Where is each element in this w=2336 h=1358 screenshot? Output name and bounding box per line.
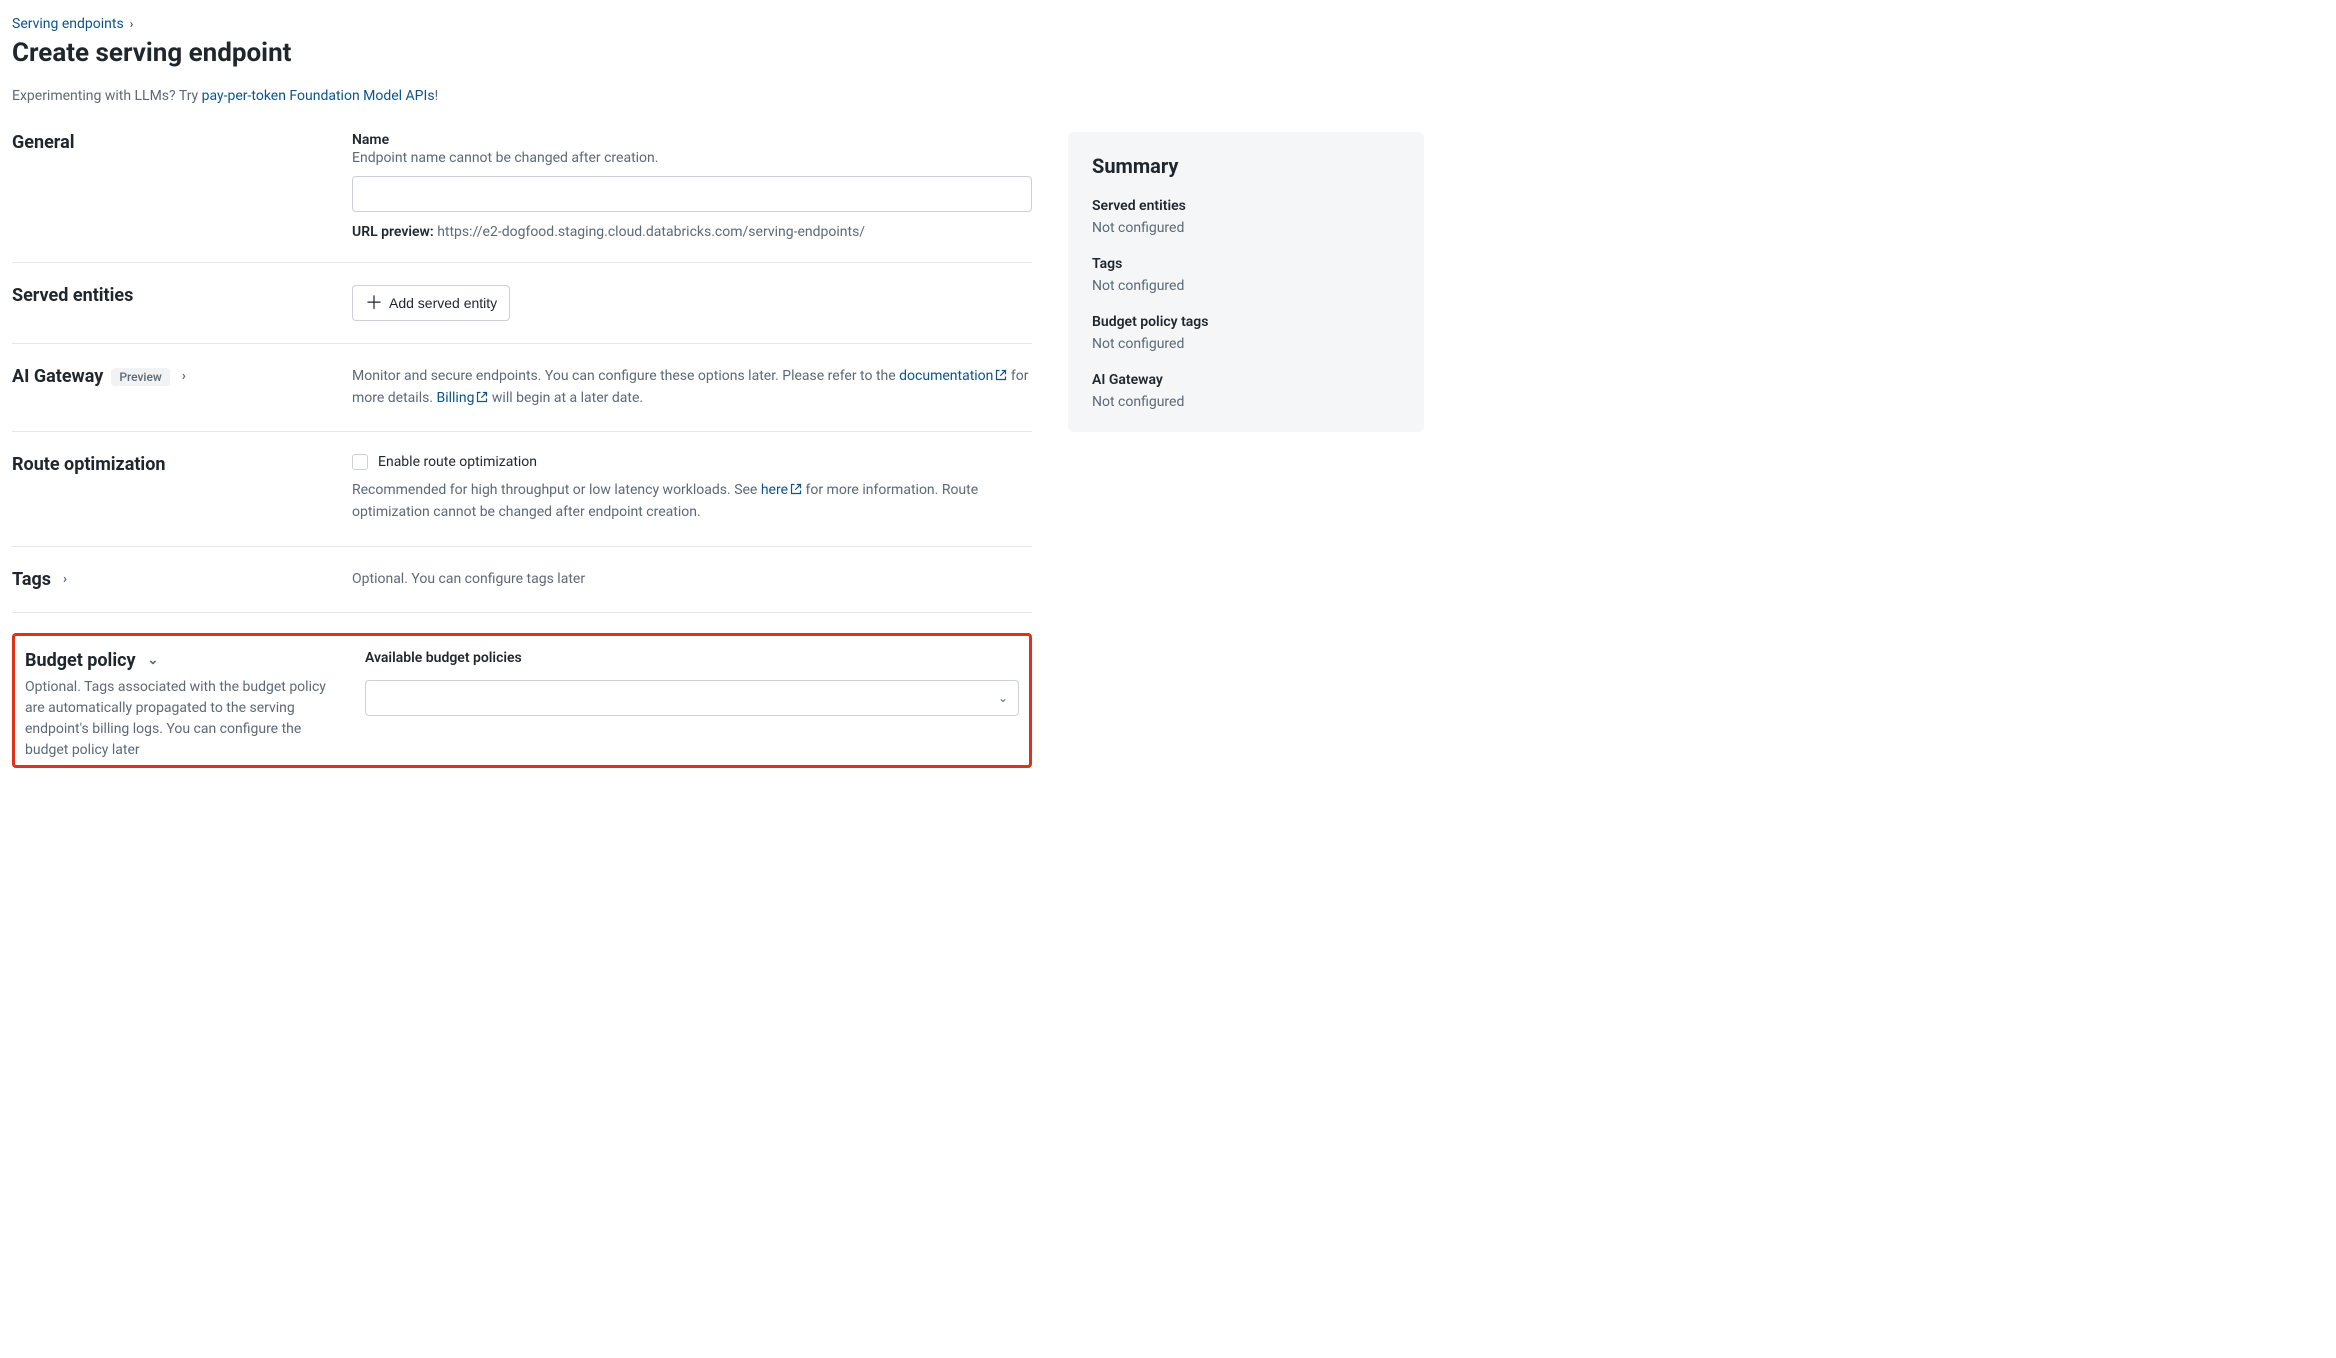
breadcrumb: Serving endpoints ›	[12, 16, 1432, 32]
tags-heading-text: Tags	[12, 569, 51, 590]
tags-heading: Tags ›	[12, 569, 332, 590]
llm-promo-text: Experimenting with LLMs? Try pay-per-tok…	[12, 88, 1432, 104]
section-ai-gateway: AI Gateway Preview › Monitor and secure …	[12, 344, 1032, 432]
foundation-model-link[interactable]: pay-per-token Foundation Model APIs	[202, 88, 435, 104]
external-link-icon	[995, 369, 1007, 381]
summary-value: Not configured	[1092, 394, 1400, 410]
billing-link-text: Billing	[437, 390, 475, 406]
summary-heading: Summary	[1092, 154, 1400, 178]
summary-label: Served entities	[1092, 198, 1400, 214]
section-tags: Tags › Optional. You can configure tags …	[12, 547, 1032, 614]
section-general: General Name Endpoint name cannot be cha…	[12, 132, 1032, 263]
preview-badge: Preview	[111, 368, 170, 386]
enable-route-optimization-label: Enable route optimization	[378, 454, 537, 470]
url-preview-label: URL preview:	[352, 224, 434, 240]
chevron-right-icon: ›	[130, 17, 134, 31]
summary-label: AI Gateway	[1092, 372, 1400, 388]
add-served-entity-label: Add served entity	[389, 295, 497, 311]
budget-policy-heading: Budget policy ⌄	[25, 650, 345, 671]
summary-value: Not configured	[1092, 278, 1400, 294]
ai-gateway-desc-3: will begin at a later date.	[488, 390, 643, 406]
route-optimization-description: Recommended for high throughput or low l…	[352, 480, 1032, 523]
ai-gateway-heading: AI Gateway Preview ›	[12, 366, 332, 387]
route-opt-desc-1: Recommended for high throughput or low l…	[352, 482, 761, 498]
endpoint-name-input[interactable]	[352, 176, 1032, 212]
promo-prefix: Experimenting with LLMs? Try	[12, 88, 202, 104]
summary-value: Not configured	[1092, 220, 1400, 236]
url-preview: URL preview: https://e2-dogfood.staging.…	[352, 224, 1032, 240]
external-link-icon	[790, 483, 802, 495]
route-optimization-here-link[interactable]: here	[761, 482, 802, 498]
promo-suffix: !	[435, 88, 439, 104]
external-link-icon	[476, 391, 488, 403]
general-heading: General	[12, 132, 332, 153]
billing-link[interactable]: Billing	[437, 390, 489, 406]
budget-policy-heading-text: Budget policy	[25, 650, 136, 671]
page-title: Create serving endpoint	[12, 38, 1432, 68]
summary-item-ai-gateway: AI Gateway Not configured	[1092, 372, 1400, 410]
enable-route-optimization-checkbox[interactable]	[352, 454, 368, 470]
documentation-link-text: documentation	[899, 368, 993, 384]
budget-policy-select[interactable]: ⌄	[365, 680, 1019, 716]
section-route-optimization: Route optimization Enable route optimiza…	[12, 432, 1032, 546]
chevron-down-icon: ⌄	[998, 691, 1008, 705]
budget-policy-highlight: Budget policy ⌄ Optional. Tags associate…	[12, 633, 1032, 768]
budget-policy-description: Optional. Tags associated with the budge…	[25, 677, 345, 761]
name-hint: Endpoint name cannot be changed after cr…	[352, 150, 1032, 166]
chevron-right-icon[interactable]: ›	[63, 572, 67, 587]
summary-item-budget-policy-tags: Budget policy tags Not configured	[1092, 314, 1400, 352]
summary-item-tags: Tags Not configured	[1092, 256, 1400, 294]
ai-gateway-heading-text: AI Gateway	[12, 366, 103, 387]
chevron-down-icon[interactable]: ⌄	[148, 653, 159, 668]
section-budget-policy: Budget policy ⌄ Optional. Tags associate…	[25, 650, 1019, 761]
here-link-text: here	[761, 482, 788, 498]
ai-gateway-description: Monitor and secure endpoints. You can co…	[352, 366, 1032, 409]
add-served-entity-button[interactable]: ＋ Add served entity	[352, 285, 510, 321]
breadcrumb-link-serving-endpoints[interactable]: Serving endpoints	[12, 16, 124, 32]
ai-gateway-desc-1: Monitor and secure endpoints. You can co…	[352, 368, 899, 384]
name-label: Name	[352, 132, 1032, 148]
plus-icon: ＋	[365, 294, 383, 312]
summary-label: Tags	[1092, 256, 1400, 272]
summary-label: Budget policy tags	[1092, 314, 1400, 330]
served-entities-heading: Served entities	[12, 285, 332, 306]
summary-value: Not configured	[1092, 336, 1400, 352]
chevron-right-icon[interactable]: ›	[182, 369, 186, 384]
summary-panel: Summary Served entities Not configured T…	[1068, 132, 1424, 432]
section-served-entities: Served entities ＋ Add served entity	[12, 263, 1032, 344]
route-optimization-heading: Route optimization	[12, 454, 332, 475]
documentation-link[interactable]: documentation	[899, 368, 1007, 384]
available-budget-policies-label: Available budget policies	[365, 650, 1019, 666]
summary-item-served-entities: Served entities Not configured	[1092, 198, 1400, 236]
tags-description: Optional. You can configure tags later	[352, 569, 1032, 591]
url-preview-value: https://e2-dogfood.staging.cloud.databri…	[437, 224, 865, 240]
